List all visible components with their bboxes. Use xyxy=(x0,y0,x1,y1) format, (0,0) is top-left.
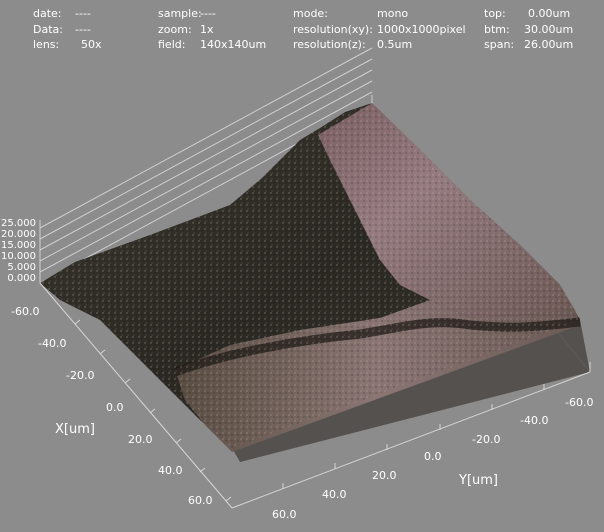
x-tick-label: 60.0 xyxy=(188,494,213,507)
x-tick-label: -40.0 xyxy=(38,337,67,350)
surface-3d-view[interactable] xyxy=(0,0,604,532)
x-tick-label: 20.0 xyxy=(128,433,153,446)
z-tick-label: 0.000 xyxy=(7,273,36,284)
z-tick-label: 5.000 xyxy=(7,262,36,273)
z-tick-label: 20.000 xyxy=(1,229,36,240)
z-tick-label: 15.000 xyxy=(1,240,36,251)
x-tick-label: -60.0 xyxy=(11,305,40,318)
x-tick-label: -20.0 xyxy=(66,369,95,382)
y-tick-label: 0.0 xyxy=(424,450,442,463)
y-tick-label: 40.0 xyxy=(322,488,347,501)
y-axis-title: Y[um] xyxy=(459,473,498,488)
z-tick-label: 10.000 xyxy=(1,251,36,262)
y-tick-label: -20.0 xyxy=(472,433,501,446)
y-tick-label: -60.0 xyxy=(565,396,594,409)
x-tick-label: 0.0 xyxy=(106,401,124,414)
z-tick-label: 25.000 xyxy=(1,218,36,229)
x-axis-title: X[um] xyxy=(55,422,95,437)
y-tick-label: 20.0 xyxy=(372,469,397,482)
y-tick-label: 60.0 xyxy=(272,508,297,521)
surface-texture xyxy=(40,103,580,448)
x-tick-label: 40.0 xyxy=(158,464,183,477)
y-tick-label: -40.0 xyxy=(520,414,549,427)
